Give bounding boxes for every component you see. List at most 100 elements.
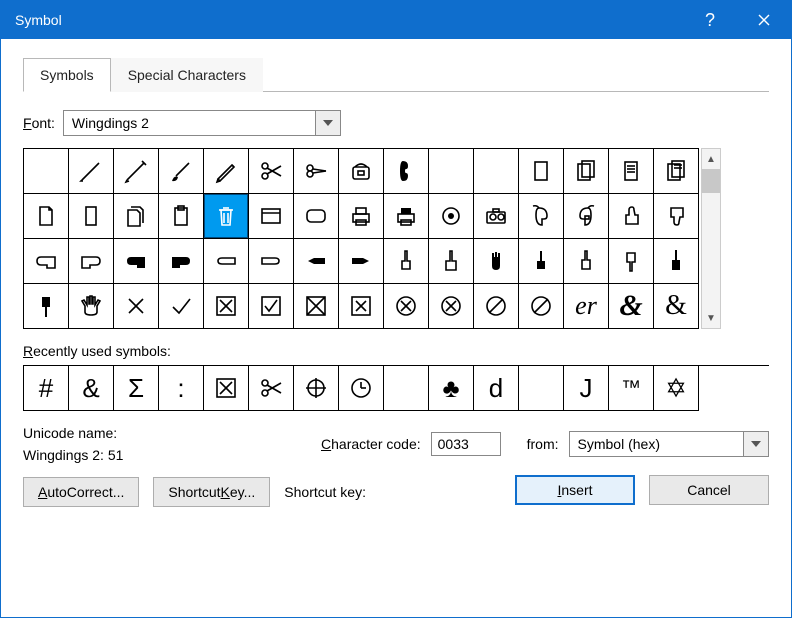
recent-symbol-0[interactable]: # xyxy=(24,366,69,411)
symbol-hand-left-outline[interactable] xyxy=(24,239,69,284)
tab-special-characters[interactable]: Special Characters xyxy=(111,58,263,92)
font-select[interactable] xyxy=(63,110,341,136)
symbol-pages-2[interactable] xyxy=(114,194,159,239)
recent-symbol-9[interactable]: ♣ xyxy=(429,366,474,411)
symbol-thumbs-up[interactable] xyxy=(609,194,654,239)
symbol-rounded-rect[interactable] xyxy=(294,194,339,239)
symbol-prohibited[interactable] xyxy=(474,284,519,329)
symbol-hand-right-solid[interactable] xyxy=(159,239,204,284)
symbol-pencil[interactable] xyxy=(204,149,249,194)
symbol-box-x-2[interactable] xyxy=(339,284,384,329)
symbol-finger-up-4[interactable] xyxy=(564,239,609,284)
symbol-hand-spread[interactable] xyxy=(69,284,114,329)
cancel-button[interactable]: Cancel xyxy=(649,475,769,505)
symbol-point-down[interactable] xyxy=(609,239,654,284)
symbol-blank-3[interactable] xyxy=(474,149,519,194)
symbol-record[interactable] xyxy=(429,194,474,239)
symbol-hand-right-2[interactable] xyxy=(249,239,294,284)
symbol-documents[interactable] xyxy=(654,149,699,194)
font-label: Font: xyxy=(23,115,55,131)
symbol-circle-x[interactable] xyxy=(384,284,429,329)
symbol-thumbs-down[interactable] xyxy=(654,194,699,239)
symbol-x-mark[interactable] xyxy=(114,284,159,329)
recent-symbol-3[interactable]: : xyxy=(159,366,204,411)
recent-symbol-8[interactable] xyxy=(384,366,429,411)
symbol-finger-up-2[interactable] xyxy=(429,239,474,284)
symbol-scissors-open[interactable] xyxy=(249,149,294,194)
symbol-handset[interactable] xyxy=(384,149,429,194)
symbol-mouse-1[interactable] xyxy=(519,194,564,239)
symbol-camera[interactable] xyxy=(474,194,519,239)
tab-symbols[interactable]: Symbols xyxy=(23,58,111,92)
symbol-clipboard[interactable] xyxy=(159,194,204,239)
symbol-ballot-check[interactable] xyxy=(249,284,294,329)
symbol-pen-1[interactable] xyxy=(69,149,114,194)
symbol-window[interactable] xyxy=(249,194,294,239)
symbol-document[interactable] xyxy=(609,149,654,194)
recent-symbol-10[interactable]: d xyxy=(474,366,519,411)
symbol-hand-right-outline[interactable] xyxy=(69,239,114,284)
symbol-page-thin[interactable] xyxy=(69,194,114,239)
scroll-down-icon[interactable]: ▼ xyxy=(702,308,720,328)
from-dropdown-button[interactable] xyxy=(743,431,769,457)
symbol-ballot-x[interactable] xyxy=(204,284,249,329)
symbol-pen-2[interactable] xyxy=(114,149,159,194)
symbol-point-right[interactable] xyxy=(339,239,384,284)
unicode-name-label: Unicode name: xyxy=(23,425,303,441)
close-button[interactable] xyxy=(737,1,791,39)
recent-symbol-2[interactable]: Σ xyxy=(114,366,159,411)
symbol-trash-can[interactable] xyxy=(204,194,249,239)
recent-symbol-7[interactable] xyxy=(339,366,384,411)
recent-symbol-6[interactable] xyxy=(294,366,339,411)
symbol-page[interactable] xyxy=(519,149,564,194)
recent-symbol-11[interactable] xyxy=(519,366,564,411)
from-select[interactable]: Symbol (hex) xyxy=(569,431,769,457)
help-button[interactable]: ? xyxy=(683,1,737,39)
font-dropdown-button[interactable] xyxy=(315,110,341,136)
symbol-brush[interactable] xyxy=(159,149,204,194)
symbol-telephone[interactable] xyxy=(339,149,384,194)
symbol-scissors-closed[interactable] xyxy=(294,149,339,194)
symbol-hand-left-2[interactable] xyxy=(204,239,249,284)
grid-scrollbar[interactable]: ▲ ▼ xyxy=(701,148,721,329)
symbol-finger-up-3[interactable] xyxy=(519,239,564,284)
tab-bar: Symbols Special Characters xyxy=(23,57,769,92)
scroll-thumb[interactable] xyxy=(702,169,720,193)
recent-symbol-14[interactable]: ✡ xyxy=(654,366,699,411)
symbol-grid: er&& xyxy=(23,148,699,329)
recent-symbol-5[interactable] xyxy=(249,366,294,411)
shortcut-key-button[interactable]: Shortcut Key... xyxy=(153,477,270,507)
scroll-up-icon[interactable]: ▲ xyxy=(702,149,720,169)
symbol-check-mark[interactable] xyxy=(159,284,204,329)
charcode-input[interactable] xyxy=(431,432,501,456)
symbol-page-blank[interactable] xyxy=(24,194,69,239)
symbol-point-up-solid[interactable] xyxy=(654,239,699,284)
symbol-ampersand-bold[interactable]: & xyxy=(609,284,654,329)
symbol-mouse-2[interactable] xyxy=(564,194,609,239)
autocorrect-button[interactable]: AutoCorrect... xyxy=(23,477,139,507)
font-input[interactable] xyxy=(63,110,315,136)
recent-symbol-1[interactable]: & xyxy=(69,366,114,411)
symbol-prohibited-2[interactable] xyxy=(519,284,564,329)
recent-symbol-12[interactable]: J xyxy=(564,366,609,411)
symbol-box-x-1[interactable] xyxy=(294,284,339,329)
symbol-ampersand-outline[interactable]: & xyxy=(654,284,699,329)
recent-symbol-4[interactable] xyxy=(204,366,249,411)
window-title: Symbol xyxy=(15,12,62,28)
symbol-finger-up-1[interactable] xyxy=(384,239,429,284)
from-value: Symbol (hex) xyxy=(569,431,743,457)
symbol-blank-2[interactable] xyxy=(429,149,474,194)
symbol-circle-x-thin[interactable] xyxy=(429,284,474,329)
symbol-er-script[interactable]: er xyxy=(564,284,609,329)
symbol-hand-left-solid[interactable] xyxy=(114,239,159,284)
symbol-point-left[interactable] xyxy=(294,239,339,284)
symbol-printer[interactable] xyxy=(339,194,384,239)
symbol-hand-stop[interactable] xyxy=(474,239,519,284)
symbol-pages[interactable] xyxy=(564,149,609,194)
recent-symbol-13[interactable]: ™ xyxy=(609,366,654,411)
tab-symbols-label: Symbols xyxy=(40,67,94,83)
symbol-printer-2[interactable] xyxy=(384,194,429,239)
symbol-point-down-solid[interactable] xyxy=(24,284,69,329)
insert-button[interactable]: Insert xyxy=(515,475,635,505)
symbol-blank[interactable] xyxy=(24,149,69,194)
